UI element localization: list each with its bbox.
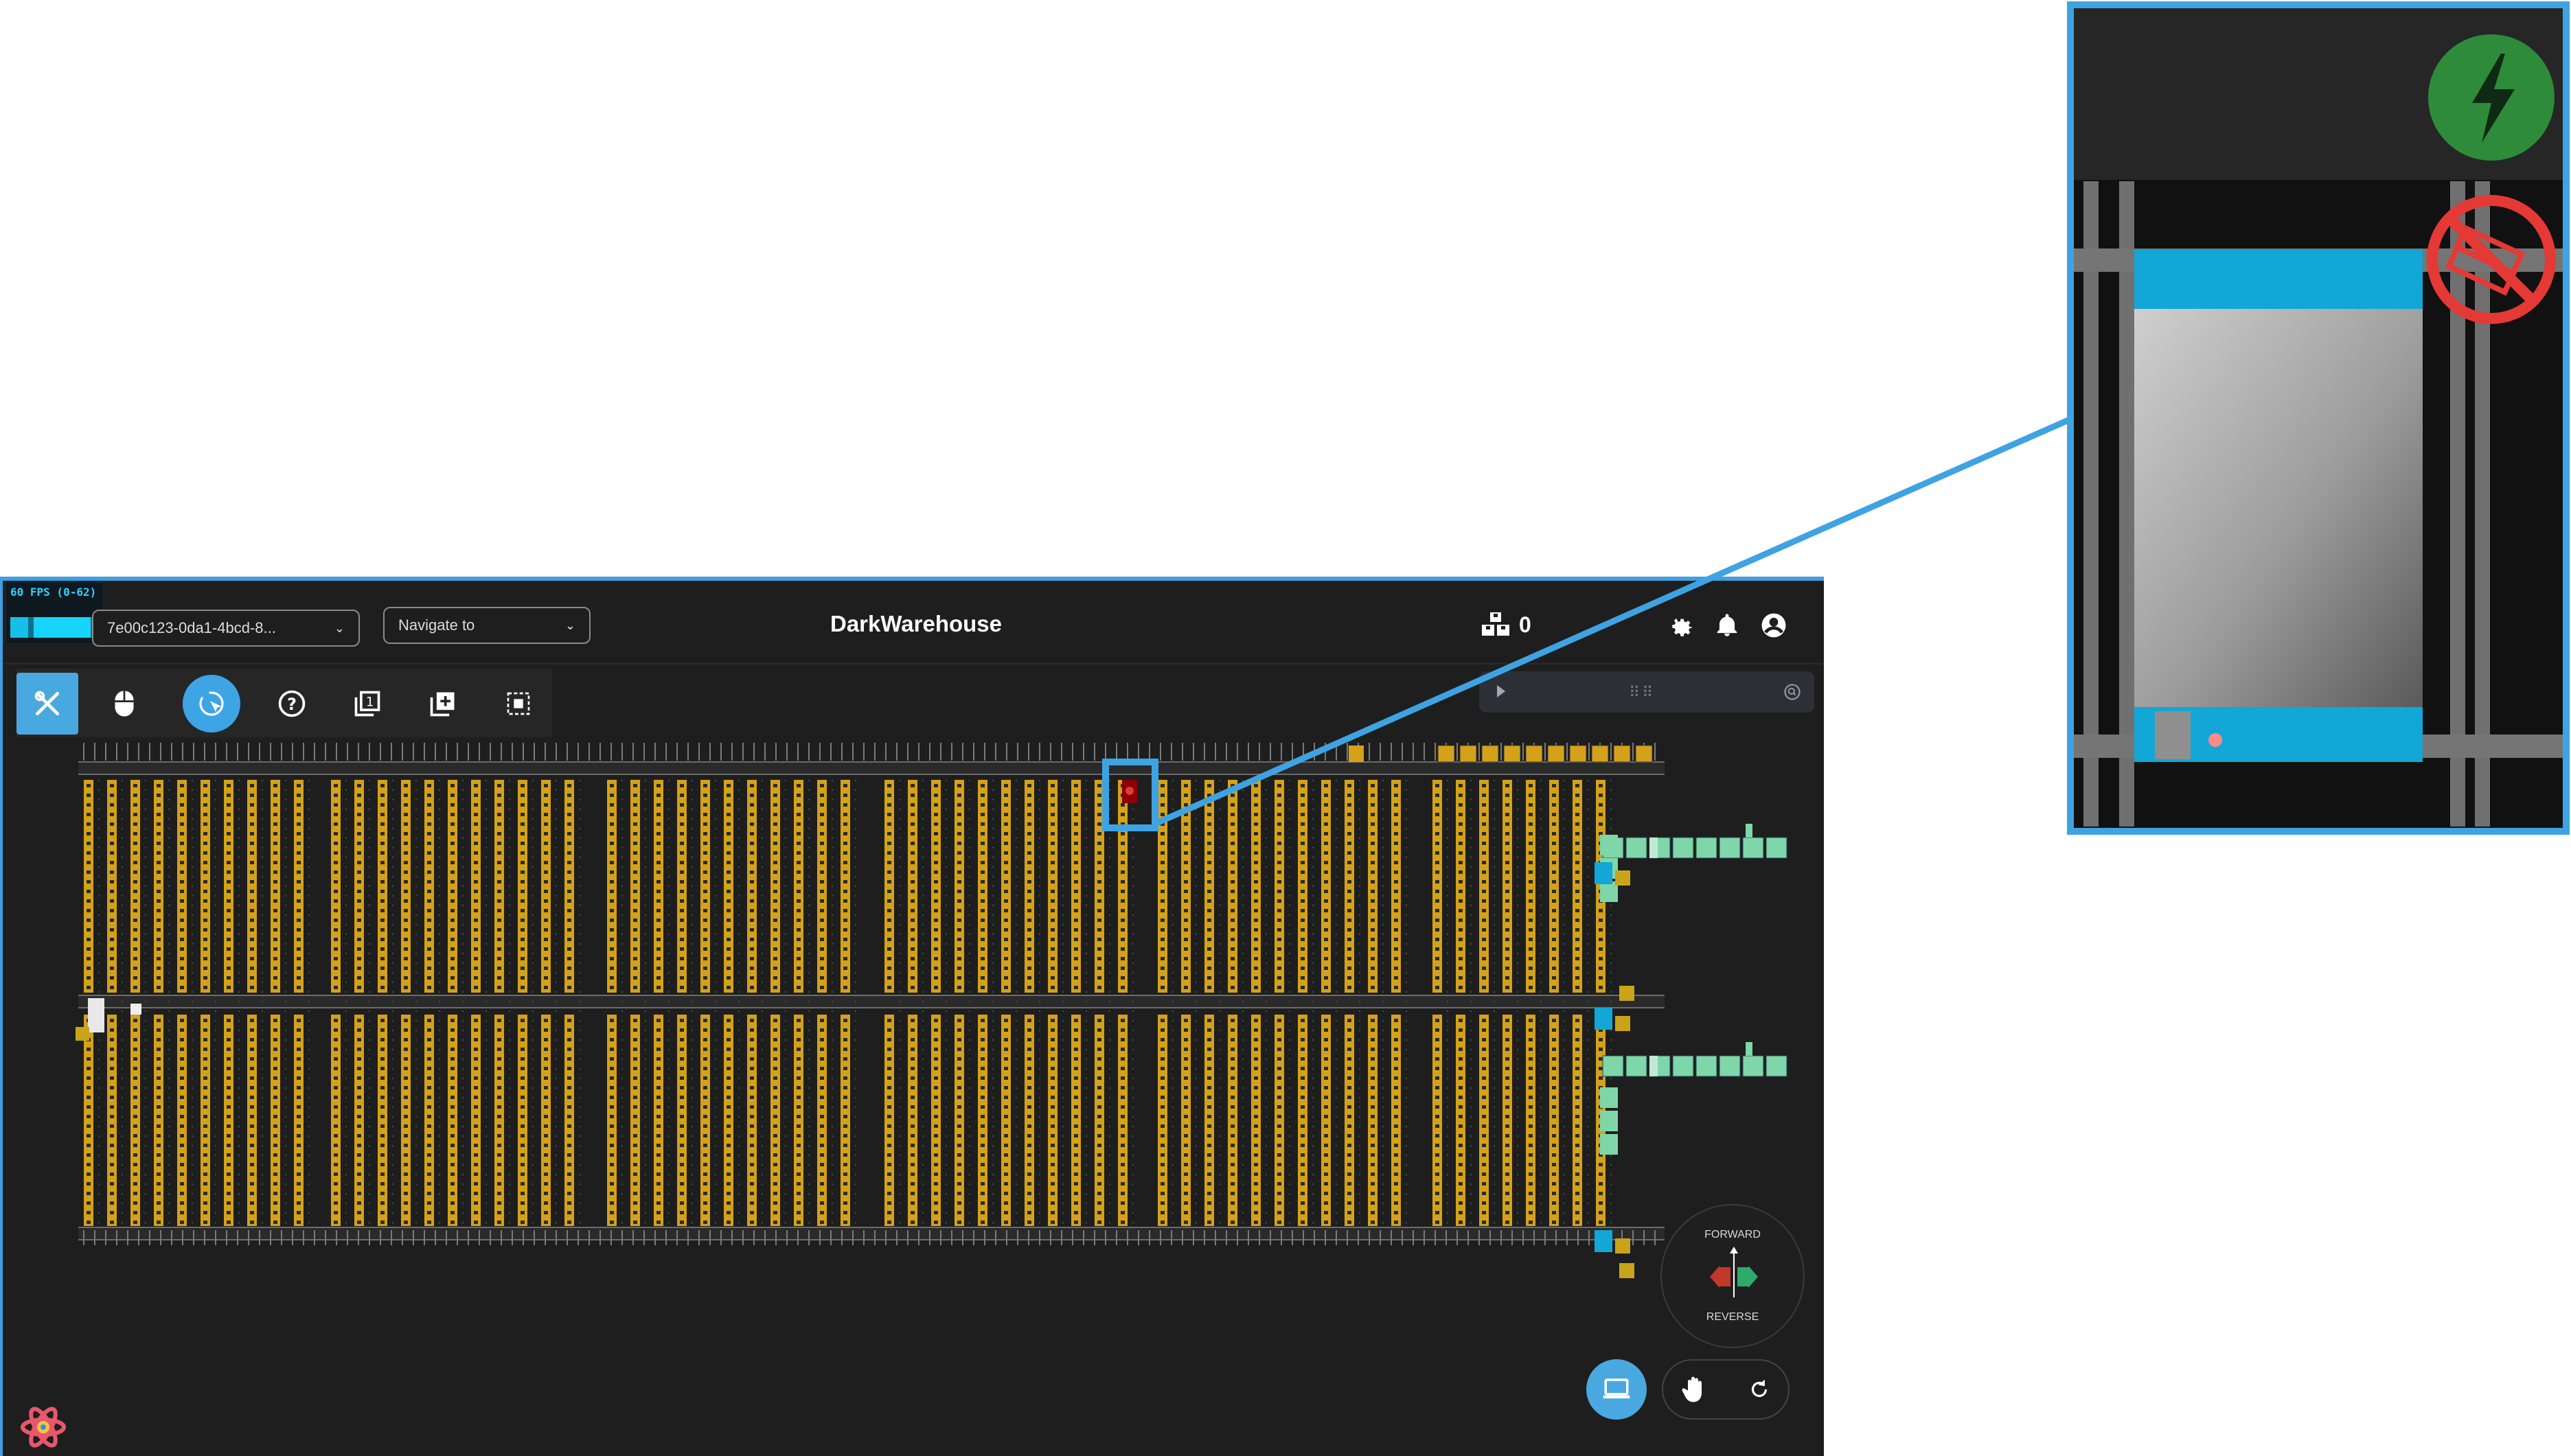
zoom-callout-panel	[2067, 1, 2570, 835]
lightning-charging-icon	[2428, 34, 2555, 161]
zoomed-robot-view	[2074, 8, 2563, 828]
robot-cargo-area	[2134, 309, 2423, 707]
